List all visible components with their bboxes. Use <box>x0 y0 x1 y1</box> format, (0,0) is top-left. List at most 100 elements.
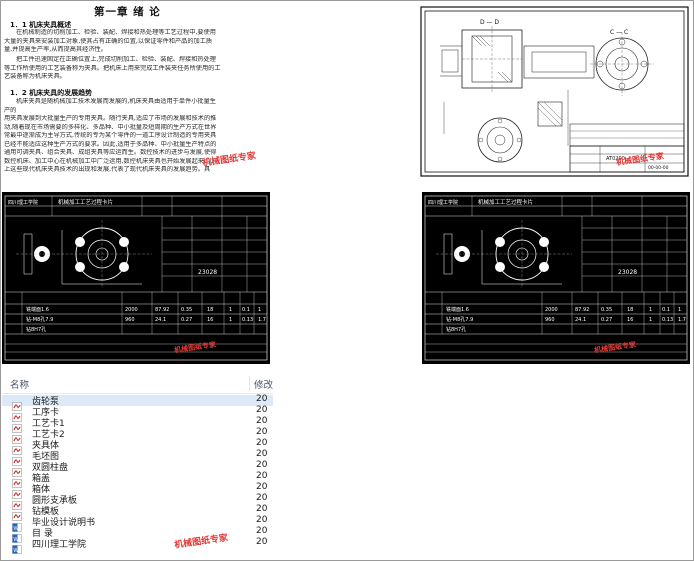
chapter-title: 第一章 绪 论 <box>94 6 161 18</box>
text-line: 产的 <box>4 106 17 114</box>
pdf-icon <box>12 451 22 466</box>
file-date: 20 <box>256 460 268 470</box>
paragraph-1: 在机械制造的切削加工、检验、装配、焊接和热处理等工艺过程中,要使用 大量的夹具来… <box>4 29 272 55</box>
process-card-preview-1: 四川理工学院 机械加工工艺过程卡片 23028 铣端面1.6 2000 87.9… <box>2 192 270 364</box>
cell: 24.1 <box>575 317 586 323</box>
paragraph-2: 把工件迅速固定在正确位置上,完成切削加工、检验、装配、焊接和热处理 等工作所使用… <box>4 56 272 82</box>
card-header-school: 四川理工学院 <box>428 199 458 206</box>
pdf-icon <box>12 429 22 444</box>
drawing-svg: D — D C — C AT0200 00-00-00 机械图纸专家 <box>420 6 689 177</box>
file-date: 20 <box>256 394 268 404</box>
file-name: 四川理工学院 <box>32 540 87 550</box>
pdf-icon <box>12 396 22 411</box>
cell: 0.35 <box>181 307 192 313</box>
cell: 0.13 <box>242 317 253 323</box>
text-line: 在机械制造的切削加工、检验、装配、焊接和热处理等工艺过程中,要使用 <box>16 29 216 36</box>
file-explorer-list: 名称 修改 齿轮泵 20 工序卡 20 工艺卡1 20 工艺卡2 20 夹具体 20 毛坯图 20 双圆… <box>2 374 273 559</box>
pdf-icon <box>12 407 22 422</box>
section-cc-label: C — C <box>610 29 628 36</box>
file-date: 20 <box>256 504 268 514</box>
word-icon: W <box>12 517 22 532</box>
process-card-svg: 四川理工学院 机械加工工艺过程卡片 23028 铣端面1.6 2000 87.9… <box>422 192 690 364</box>
column-header-row: 名称 修改 <box>2 374 273 394</box>
part-number: 23028 <box>198 269 217 276</box>
cell: 960 <box>125 317 135 323</box>
file-date: 20 <box>256 515 268 525</box>
cell: 16 <box>627 317 633 323</box>
text-line: 动,随着现在市场需要的多样化、多品种、中小批量及短周期的生产方式在世界 <box>4 123 217 131</box>
file-date: 20 <box>256 471 268 481</box>
op-name: 钻8H7孔 <box>446 326 466 333</box>
word-icon: W <box>12 539 22 554</box>
file-date: 20 <box>256 526 268 536</box>
drawing-sheet-code: 00-00-00 <box>648 165 669 171</box>
cell: 87.92 <box>155 307 169 313</box>
file-date: 20 <box>256 427 268 437</box>
cell: 0.35 <box>601 307 612 313</box>
cell: 0.1 <box>662 307 670 313</box>
text-line: 艺装备称为机床夹具。 <box>4 73 66 80</box>
cell: 1 <box>649 307 652 313</box>
section-dd-label: D — D <box>480 19 499 26</box>
op-name: 铣端面1.6 <box>446 306 469 313</box>
cell: 18 <box>207 307 213 313</box>
pdf-icon <box>12 484 22 499</box>
op-name: 钻-M8孔7.9 <box>26 316 53 323</box>
word-icon: W <box>12 528 22 543</box>
process-card-svg: 四川理工学院 机械加工工艺过程卡片 23028 铣端面1.6 2000 87.9… <box>2 192 270 364</box>
pdf-icon <box>12 462 22 477</box>
cell: 1 <box>678 307 681 313</box>
text-line: 常最中逐渐成为主导方式,传统的专为某个零件的一道工序设计制造的专用夹具 <box>4 132 217 139</box>
card-header-school: 四川理工学院 <box>8 199 38 206</box>
pdf-icon <box>12 440 22 455</box>
file-date: 20 <box>256 449 268 459</box>
svg-text:W: W <box>13 548 19 554</box>
file-date: 20 <box>256 405 268 415</box>
cell: 1.7 <box>258 317 266 323</box>
cell: 2000 <box>125 307 138 313</box>
pdf-icon <box>12 473 22 488</box>
pdf-icon <box>12 495 22 510</box>
cell: 1 <box>649 317 652 323</box>
process-card-preview-2: 四川理工学院 机械加工工艺过程卡片 23028 铣端面1.6 2000 87.9… <box>422 192 690 364</box>
file-date: 20 <box>256 493 268 503</box>
cell: 16 <box>207 317 213 323</box>
text-line: 大量的夹具来安装加工对象,使其占有正确的位置,以保证零件和产品的加工质 <box>4 37 213 45</box>
text-line: 把工件迅速固定在正确位置上,完成切削加工、检验、装配、焊接和热处理 <box>16 56 216 63</box>
cell: 87.92 <box>575 307 589 313</box>
cell: 18 <box>627 307 633 313</box>
cell: 2000 <box>545 307 558 313</box>
file-list-item[interactable]: W 四川理工学院 20 <box>2 537 273 554</box>
file-date: 20 <box>256 438 268 448</box>
cell: 0.27 <box>181 317 192 323</box>
thesis-document-preview: 第一章 绪 论 1．1 机床夹具概述 在机械制造的切削加工、检验、装配、焊接和热… <box>4 2 274 178</box>
card-title: 机械加工工艺过程卡片 <box>58 198 113 206</box>
cell: 1 <box>258 307 261 313</box>
cell: 0.1 <box>242 307 250 313</box>
text-line: 已经不能适应这种生产方式的要求。因此,适用于多品种、中小批量生产特点的 <box>4 140 217 148</box>
text-line: 用夹具发展到大批量生产的专用夹具。随行夹具,适应了市场的发展和技术的推 <box>4 115 217 122</box>
pdf-icon <box>12 506 22 521</box>
column-header-date[interactable]: 修改 <box>254 377 273 391</box>
cell: 1 <box>229 307 232 313</box>
cell: 0.13 <box>662 317 673 323</box>
cell: 1 <box>229 317 232 323</box>
op-name: 钻8H7孔 <box>26 326 46 333</box>
column-header-name[interactable]: 名称 <box>10 377 29 391</box>
cell: 0.27 <box>601 317 612 323</box>
pdf-icon <box>12 418 22 433</box>
file-date: 20 <box>256 482 268 492</box>
card-title: 机械加工工艺过程卡片 <box>478 198 533 206</box>
cell: 1.7 <box>678 317 686 323</box>
section-heading-2: 1．2 机床夹具的发展趋势 <box>10 89 93 97</box>
text-line: 上这些现代机床夹具技术的出现和发展,代表了现代机床夹具的发展趋势。具 <box>4 166 211 173</box>
cell: 960 <box>545 317 555 323</box>
cell: 24.1 <box>155 317 166 323</box>
op-name: 钻-M8孔7.9 <box>446 316 473 323</box>
text-line: 等工作所使用的工艺装备称为夹具。把机床上用来完成工件装夹任务所使用的工 <box>4 64 221 72</box>
op-name: 铣端面1.6 <box>26 306 49 313</box>
text-line: 量,并提高生产率,从而提高其经济性。 <box>4 46 107 53</box>
assembly-drawing-preview: D — D C — C AT0200 00-00-00 机械图纸专家 <box>420 6 690 178</box>
column-divider[interactable] <box>249 376 250 391</box>
file-date: 20 <box>256 416 268 426</box>
